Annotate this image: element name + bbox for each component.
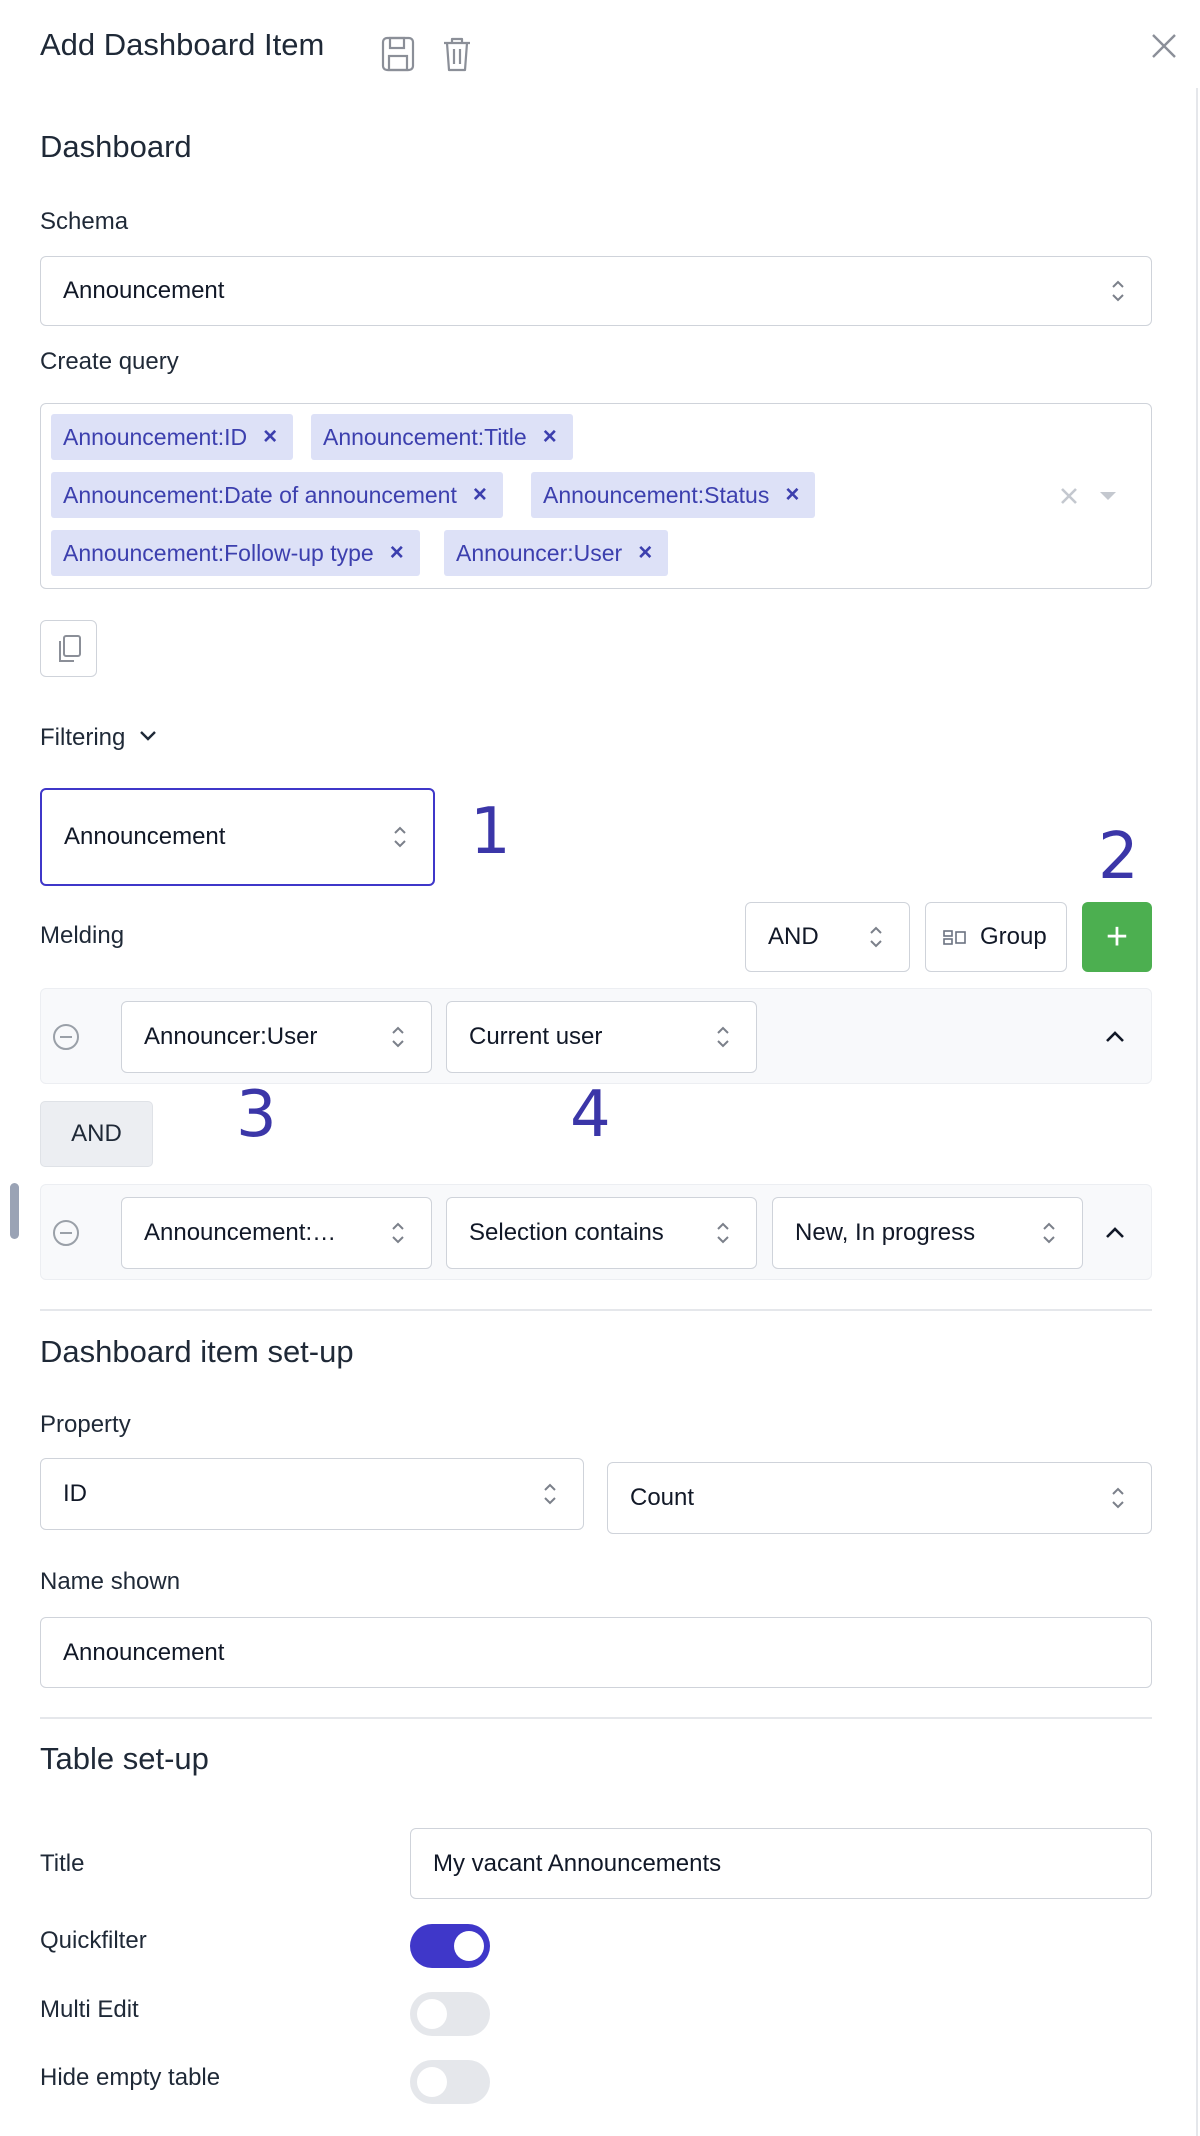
filter-entity-select[interactable]: Announcement xyxy=(40,788,435,886)
multi-edit-label: Multi Edit xyxy=(40,1996,139,2023)
up-down-chevron-icon xyxy=(1107,1483,1129,1513)
chip-remove-icon[interactable]: × xyxy=(257,423,281,451)
clear-all-icon[interactable] xyxy=(1057,484,1081,508)
scroll-track xyxy=(1196,88,1198,2136)
filter-operator-select[interactable]: Selection contains xyxy=(446,1197,757,1269)
query-chip[interactable]: Announcement:ID × xyxy=(51,414,294,460)
chevron-up-icon[interactable] xyxy=(1103,1025,1127,1049)
filter-value-value: New, In progress xyxy=(795,1219,976,1246)
up-down-chevron-icon xyxy=(865,922,887,952)
schema-label: Schema xyxy=(40,208,129,235)
logic-operator-select[interactable]: AND xyxy=(745,902,910,972)
save-icon[interactable] xyxy=(380,34,416,74)
create-query-label: Create query xyxy=(40,348,179,375)
query-chip[interactable]: Announcement:Date of announcement × xyxy=(51,472,503,518)
up-down-chevron-icon xyxy=(1038,1218,1060,1248)
schema-select-value: Announcement xyxy=(63,277,225,304)
minus-circle-icon[interactable] xyxy=(51,1022,81,1052)
filter-operator-select[interactable]: Current user xyxy=(446,1001,757,1073)
filter-value-select[interactable]: New, In progress xyxy=(772,1197,1083,1269)
aggregate-value: Count xyxy=(630,1484,695,1511)
chip-remove-icon[interactable]: × xyxy=(632,539,656,567)
query-chip[interactable]: Announcer:User × xyxy=(444,530,669,576)
up-down-chevron-icon xyxy=(389,822,411,852)
query-chip[interactable]: Announcement:Title × xyxy=(311,414,573,460)
property-label: Property xyxy=(40,1411,131,1438)
chip-remove-icon[interactable]: × xyxy=(384,539,408,567)
table-title-label: Title xyxy=(40,1850,85,1877)
scrollbar-thumb[interactable] xyxy=(10,1183,19,1239)
query-chip[interactable]: Announcement:Follow-up type × xyxy=(51,530,420,576)
up-down-chevron-icon xyxy=(539,1479,561,1509)
annotation-4: 4 xyxy=(570,1078,611,1152)
annotation-2: 2 xyxy=(1098,820,1139,894)
name-shown-label: Name shown xyxy=(40,1568,181,1595)
quickfilter-label: Quickfilter xyxy=(40,1927,147,1954)
filtering-label: Filtering xyxy=(40,724,126,751)
name-shown-value: Announcement xyxy=(63,1638,225,1666)
filtering-toggle[interactable]: Filtering xyxy=(40,724,159,752)
filter-row: Announcement:… Selection contains New, I… xyxy=(40,1184,1152,1280)
section-heading-setup: Dashboard item set-up xyxy=(40,1334,354,1369)
filter-operator-value: Current user xyxy=(469,1023,603,1050)
name-shown-input[interactable]: Announcement xyxy=(40,1617,1152,1688)
section-heading-table: Table set-up xyxy=(40,1741,209,1776)
group-button[interactable]: Group xyxy=(925,902,1067,972)
up-down-chevron-icon xyxy=(387,1022,409,1052)
table-title-value: My vacant Announcements xyxy=(433,1849,722,1877)
up-down-chevron-icon xyxy=(712,1218,734,1248)
up-down-chevron-icon xyxy=(387,1218,409,1248)
up-down-chevron-icon xyxy=(1107,276,1129,306)
chip-remove-icon[interactable]: × xyxy=(779,481,803,509)
schema-select[interactable]: Announcement xyxy=(40,256,1152,326)
copy-button[interactable] xyxy=(40,620,97,677)
add-filter-button[interactable]: + xyxy=(1082,902,1152,972)
logic-operator-value: AND xyxy=(768,923,819,950)
group-button-label: Group xyxy=(980,923,1047,950)
minus-circle-icon[interactable] xyxy=(51,1218,81,1248)
chevron-up-icon[interactable] xyxy=(1103,1221,1127,1245)
trash-icon[interactable] xyxy=(440,34,474,74)
filter-field-value: Announcer:User xyxy=(144,1023,318,1050)
table-title-input[interactable]: My vacant Announcements xyxy=(410,1828,1152,1899)
filter-row: Announcer:User Current user xyxy=(40,988,1152,1084)
property-value: ID xyxy=(63,1480,87,1507)
annotation-1: 1 xyxy=(470,795,511,869)
query-multiselect[interactable]: Announcement:ID × Announcement:Title × Ann… xyxy=(40,403,1152,589)
filter-field-value: Announcement:… xyxy=(144,1219,337,1246)
filter-operator-value: Selection contains xyxy=(469,1219,664,1246)
close-icon[interactable] xyxy=(1148,30,1180,62)
page-title: Add Dashboard Item xyxy=(40,27,325,62)
section-divider xyxy=(40,1717,1152,1719)
annotation-3: 3 xyxy=(236,1078,277,1152)
property-select[interactable]: ID xyxy=(40,1458,584,1530)
section-heading-dashboard: Dashboard xyxy=(40,129,192,164)
connector-and-button[interactable]: AND xyxy=(40,1101,153,1167)
chevron-down-icon xyxy=(137,728,159,749)
multi-edit-toggle[interactable] xyxy=(410,1992,490,2036)
query-chip[interactable]: Announcement:Status × xyxy=(531,472,816,518)
quickfilter-toggle[interactable] xyxy=(410,1924,490,1968)
copy-icon xyxy=(58,634,81,662)
up-down-chevron-icon xyxy=(712,1022,734,1052)
hide-empty-table-toggle[interactable] xyxy=(410,2060,490,2104)
filter-field-select[interactable]: Announcer:User xyxy=(121,1001,432,1073)
aggregate-select[interactable]: Count xyxy=(607,1462,1152,1534)
hide-empty-table-label: Hide empty table xyxy=(40,2064,221,2091)
melding-label: Melding xyxy=(40,922,125,949)
group-icon xyxy=(942,928,968,946)
chip-remove-icon[interactable]: × xyxy=(537,423,561,451)
filter-field-select[interactable]: Announcement:… xyxy=(121,1197,432,1269)
chip-remove-icon[interactable]: × xyxy=(467,481,491,509)
filter-entity-value: Announcement xyxy=(64,823,226,850)
dropdown-caret-icon[interactable] xyxy=(1097,486,1119,506)
section-divider xyxy=(40,1309,1152,1311)
